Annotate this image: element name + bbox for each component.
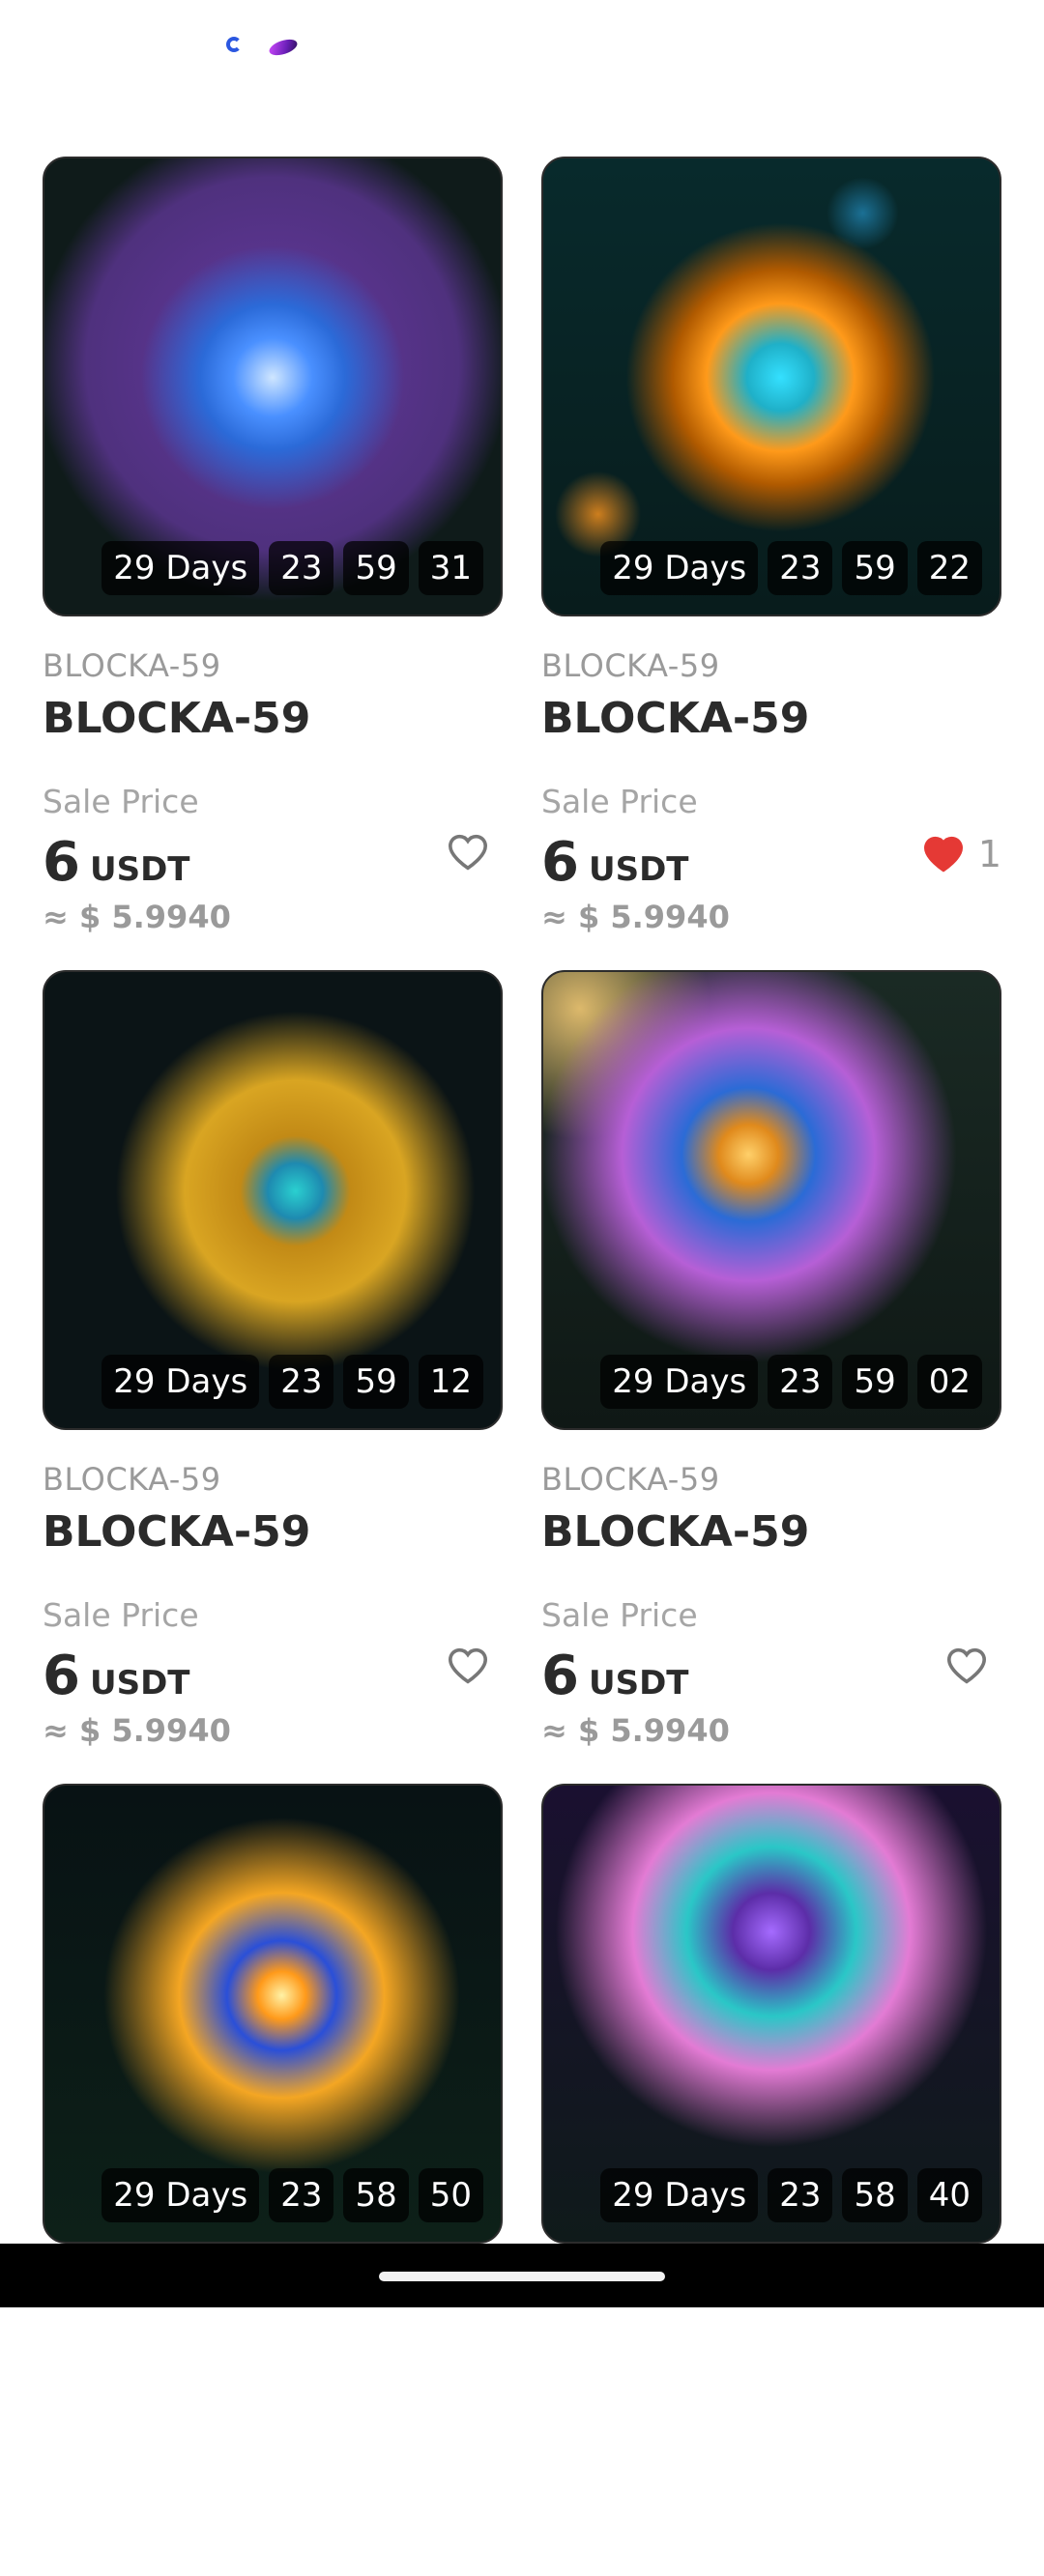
favorite-button[interactable]: 1 — [922, 833, 1001, 875]
price-unit: USDT — [89, 850, 190, 889]
timer-days: 29 Days — [102, 1355, 260, 1409]
nft-title[interactable]: BLOCKA-59 — [541, 1507, 809, 1557]
sale-price-label: Sale Price — [43, 1596, 199, 1634]
timer-minutes: 59 — [842, 1355, 908, 1409]
nft-title[interactable]: BLOCKA-59 — [43, 694, 310, 743]
sale-price-label: Sale Price — [43, 783, 199, 820]
timer-hours: 23 — [269, 1355, 334, 1409]
timer-seconds: 12 — [418, 1355, 483, 1409]
timer-minutes: 58 — [842, 2168, 908, 2222]
collection-name: BLOCKA-59 — [43, 1461, 221, 1498]
timer-minutes: 58 — [343, 2168, 409, 2222]
timer-days: 29 Days — [102, 541, 260, 595]
price-value: 6 — [43, 1645, 80, 1707]
heart-filled-icon — [923, 836, 963, 873]
price: 6 USDT — [541, 1645, 688, 1707]
app-icon-blue — [226, 37, 242, 52]
timer-hours: 23 — [768, 2168, 833, 2222]
timer-minutes: 59 — [343, 1355, 409, 1409]
price-value: 6 — [43, 831, 80, 894]
home-indicator[interactable] — [379, 2272, 665, 2281]
timer-hours: 23 — [269, 2168, 334, 2222]
collection-name: BLOCKA-59 — [541, 1461, 720, 1498]
timer-seconds: 02 — [916, 1355, 982, 1409]
price-unit: USDT — [588, 850, 689, 889]
timer-seconds: 22 — [916, 541, 982, 595]
sale-price-label: Sale Price — [541, 1596, 698, 1634]
favorite-button[interactable] — [447, 833, 503, 872]
nft-image[interactable]: 29 Days 23 59 12 — [43, 970, 503, 1430]
nft-title[interactable]: BLOCKA-59 — [541, 694, 809, 743]
nft-image[interactable]: 29 Days 23 59 31 — [43, 157, 503, 616]
favorite-button[interactable] — [945, 1646, 1001, 1685]
like-count: 1 — [977, 833, 1001, 875]
nft-card[interactable]: 29 Days 23 59 12 BLOCKA-59 BLOCKA-59 Sal… — [43, 970, 503, 1762]
price-value: 6 — [541, 831, 579, 894]
collection-name: BLOCKA-59 — [541, 647, 720, 684]
timer-hours: 23 — [768, 1355, 833, 1409]
timer-minutes: 59 — [842, 541, 908, 595]
countdown-timer: 29 Days 23 59 22 — [600, 541, 982, 595]
app-icon-purple — [267, 36, 300, 59]
nft-title[interactable]: BLOCKA-59 — [43, 1507, 310, 1557]
price: 6 USDT — [43, 831, 189, 894]
fiat-price: ≈ $ 5.9940 — [541, 1712, 730, 1749]
heart-outline-icon — [448, 834, 488, 871]
nft-image[interactable]: 29 Days 23 58 40 — [541, 1784, 1001, 2244]
price-unit: USDT — [588, 1664, 689, 1703]
price-unit: USDT — [89, 1664, 190, 1703]
price: 6 USDT — [541, 831, 688, 894]
price-value: 6 — [541, 1645, 579, 1707]
countdown-timer: 29 Days 23 59 02 — [600, 1355, 982, 1409]
sale-price-label: Sale Price — [541, 783, 698, 820]
timer-seconds: 50 — [418, 2168, 483, 2222]
timer-seconds: 31 — [418, 541, 483, 595]
timer-hours: 23 — [768, 541, 833, 595]
collection-name: BLOCKA-59 — [43, 647, 221, 684]
countdown-timer: 29 Days 23 58 40 — [600, 2168, 982, 2222]
heart-outline-icon — [448, 1647, 488, 1684]
timer-days: 29 Days — [600, 2168, 759, 2222]
nft-card[interactable]: 29 Days 23 59 02 BLOCKA-59 BLOCKA-59 Sal… — [541, 970, 1001, 1762]
nft-card[interactable]: 29 Days 23 58 50 — [43, 1784, 503, 2576]
countdown-timer: 29 Days 23 59 31 — [102, 541, 483, 595]
nft-image[interactable]: 29 Days 23 59 22 — [541, 157, 1001, 616]
timer-days: 29 Days — [600, 541, 759, 595]
fiat-price: ≈ $ 5.9940 — [541, 899, 730, 935]
nft-card[interactable]: 29 Days 23 59 22 BLOCKA-59 BLOCKA-59 Sal… — [541, 157, 1001, 949]
countdown-timer: 29 Days 23 59 12 — [102, 1355, 483, 1409]
timer-days: 29 Days — [600, 1355, 759, 1409]
nft-image[interactable]: 29 Days 23 58 50 — [43, 1784, 503, 2244]
nft-image[interactable]: 29 Days 23 59 02 — [541, 970, 1001, 1430]
timer-seconds: 40 — [916, 2168, 982, 2222]
favorite-button[interactable] — [447, 1646, 503, 1685]
timer-days: 29 Days — [102, 2168, 260, 2222]
heart-outline-icon — [946, 1647, 987, 1684]
countdown-timer: 29 Days 23 58 50 — [102, 2168, 483, 2222]
timer-hours: 23 — [269, 541, 334, 595]
fiat-price: ≈ $ 5.9940 — [43, 899, 231, 935]
timer-minutes: 59 — [343, 541, 409, 595]
price: 6 USDT — [43, 1645, 189, 1707]
nft-card[interactable]: 29 Days 23 58 40 — [541, 1784, 1001, 2576]
fiat-price: ≈ $ 5.9940 — [43, 1712, 231, 1749]
nft-card[interactable]: 29 Days 23 59 31 BLOCKA-59 BLOCKA-59 Sal… — [43, 157, 503, 949]
